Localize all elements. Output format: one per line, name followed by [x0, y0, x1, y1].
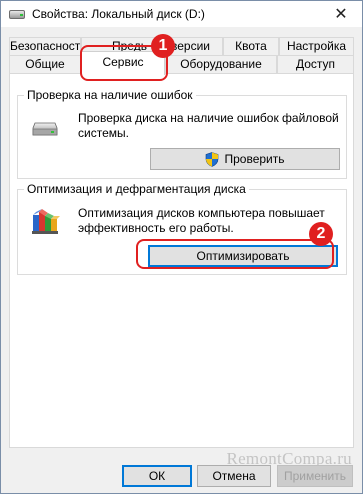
defrag-icon — [30, 206, 60, 236]
properties-window: Свойства: Локальный диск (D:) ✕ Безопасн… — [0, 0, 363, 494]
tab-security[interactable]: Безопасность — [9, 37, 87, 55]
window-title: Свойства: Локальный диск (D:) — [32, 7, 205, 21]
apply-button[interactable]: Применить — [277, 465, 353, 487]
uac-shield-icon — [205, 151, 219, 167]
tab-hardware[interactable]: Оборудование — [165, 55, 277, 73]
optimize-description: Оптимизация дисков компьютера повышает э… — [78, 206, 325, 235]
error-check-legend: Проверка на наличие ошибок — [24, 88, 196, 102]
highlight-marker-2 — [136, 239, 334, 269]
cancel-button[interactable]: Отмена — [197, 465, 271, 487]
optimize-legend: Оптимизация и дефрагментация диска — [24, 182, 249, 196]
error-check-description: Проверка диска на наличие ошибок файлово… — [78, 111, 339, 140]
tab-sharing[interactable]: Доступ — [277, 55, 354, 73]
step-badge-2: 2 — [309, 222, 333, 246]
tab-general[interactable]: Общие — [9, 55, 81, 73]
drive-icon — [9, 8, 25, 20]
error-check-group: Проверка на наличие ошибок Проверка диск… — [17, 88, 347, 179]
drive-icon — [32, 120, 58, 136]
close-button[interactable]: ✕ — [320, 1, 362, 27]
ok-button[interactable]: ОК — [122, 465, 192, 487]
check-button[interactable]: Проверить — [150, 148, 340, 170]
title-bar: Свойства: Локальный диск (D:) ✕ — [1, 1, 362, 27]
step-badge-1: 1 — [151, 34, 175, 58]
tab-settings[interactable]: Настройка — [279, 37, 354, 55]
tab-quota[interactable]: Квота — [223, 37, 279, 55]
